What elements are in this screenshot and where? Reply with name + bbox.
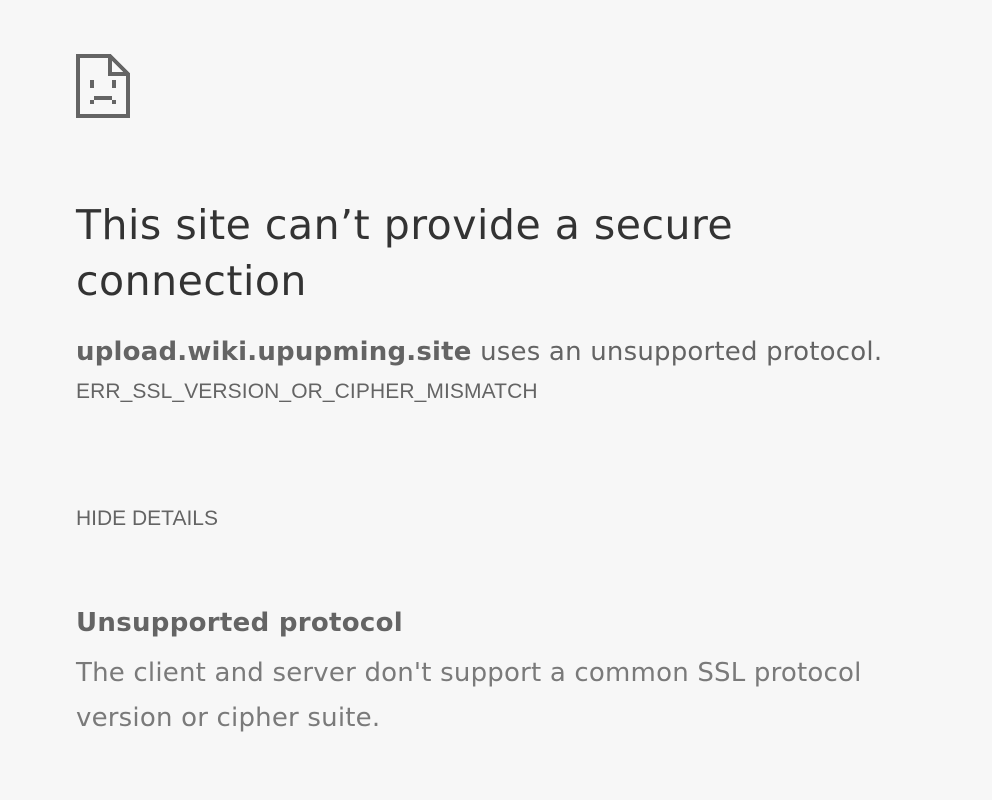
error-code: ERR_SSL_VERSION_OR_CIPHER_MISMATCH [76,380,538,403]
summary-text: uses an unsupported protocol. [471,337,883,367]
details-text: The client and server don't support a co… [76,658,862,733]
error-summary: upload.wiki.upupming.site uses an unsupp… [76,334,956,370]
sad-page-icon [76,54,130,118]
details-heading: Unsupported protocol [76,608,404,638]
host-name: upload.wiki.upupming.site [76,337,472,367]
hide-details-button[interactable]: HIDE DETAILS [76,505,218,533]
page-title: This site can’t provide a secure connect… [76,201,734,305]
error-page: This site can’t provide a secure connect… [76,54,956,741]
